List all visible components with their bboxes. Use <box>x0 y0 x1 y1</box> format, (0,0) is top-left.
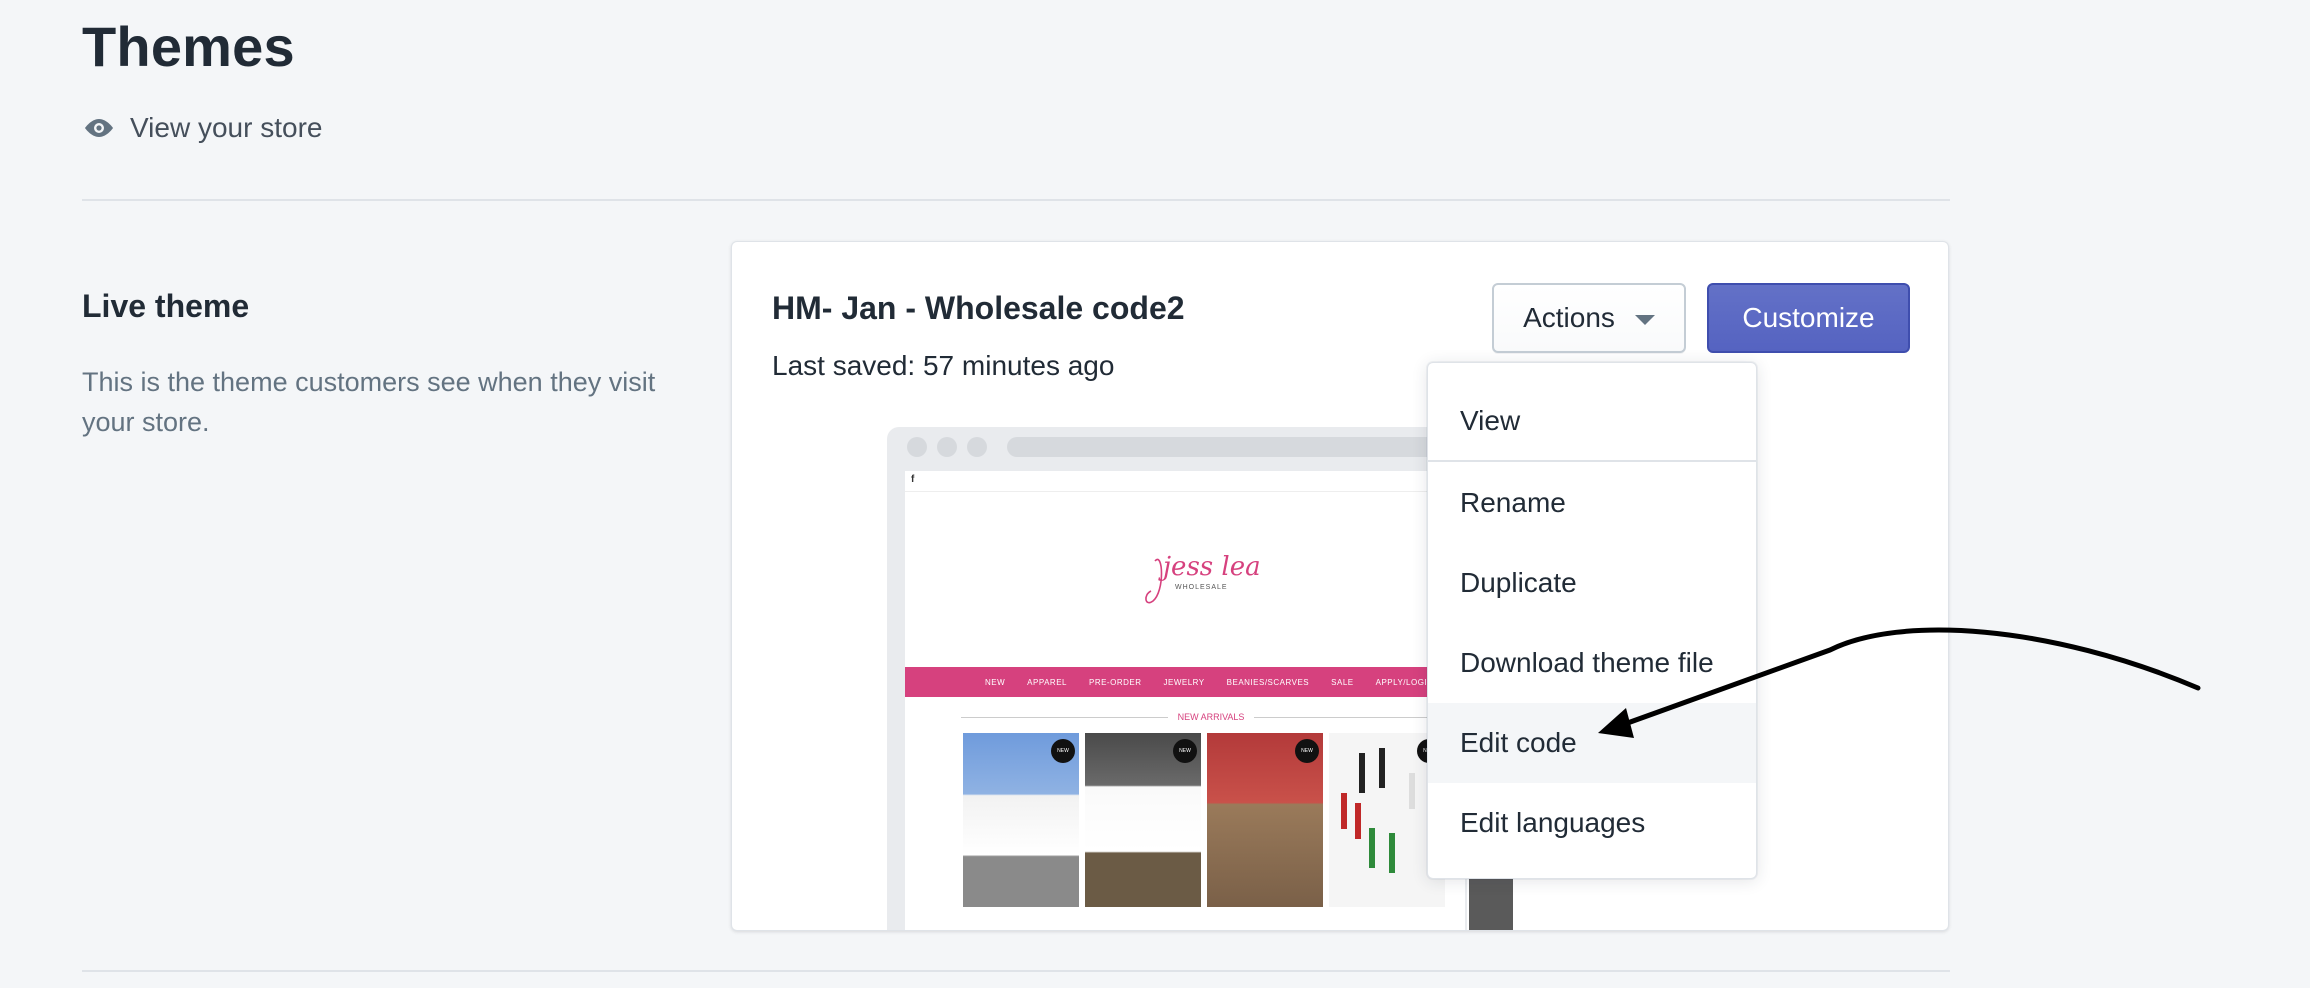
view-store-link[interactable]: View your store <box>82 112 322 144</box>
new-arrivals-heading: NEW ARRIVALS <box>961 709 1462 725</box>
menu-item-download-theme-file[interactable]: Download theme file <box>1428 623 1756 703</box>
browser-url-bar <box>1007 437 1447 457</box>
menu-item-view[interactable]: View <box>1428 381 1756 461</box>
menu-item-duplicate[interactable]: Duplicate <box>1428 543 1756 623</box>
browser-bar <box>887 427 1467 467</box>
logo-text: jess lea <box>1158 552 1261 582</box>
nav-item: JEWELRY <box>1163 677 1205 687</box>
view-store-label: View your store <box>130 112 323 143</box>
divider <box>961 716 1168 718</box>
product-image: NEW <box>1207 733 1323 907</box>
menu-item-edit-code[interactable]: Edit code <box>1428 703 1756 783</box>
last-saved: Last saved: 57 minutes ago <box>772 350 1115 381</box>
product-image: NEW <box>963 733 1079 907</box>
nav-item: PRE-ORDER <box>1088 677 1142 687</box>
actions-dropdown: View Rename Duplicate Download theme fil… <box>1427 362 1757 879</box>
menu-item-edit-languages[interactable]: Edit languages <box>1428 783 1756 863</box>
theme-preview: f ⌕ jess lea WHOLESALE NEW APPAREL PRE-O… <box>887 427 1467 930</box>
store-logo: jess lea WHOLESALE <box>1145 552 1261 604</box>
preview-page: f ⌕ jess lea WHOLESALE NEW APPAREL PRE-O… <box>905 471 1467 930</box>
nav-item: APPAREL <box>1027 677 1067 687</box>
divider <box>82 199 1950 201</box>
customize-button[interactable]: Customize <box>1707 283 1910 353</box>
live-theme-card: HM- Jan - Wholesale code2 Last saved: 57… <box>731 241 1949 931</box>
product-image: NEW <box>1085 733 1201 907</box>
menu-separator <box>1428 460 1756 462</box>
page-title: Themes <box>82 15 295 78</box>
browser-dot <box>937 437 957 457</box>
new-badge: NEW <box>1173 739 1197 763</box>
caret-down-icon <box>1634 315 1655 325</box>
facebook-icon: f <box>911 474 915 485</box>
eye-icon <box>85 119 113 137</box>
section-title: Live theme <box>82 288 250 324</box>
preview-nav: NEW APPAREL PRE-ORDER JEWELRY BEANIES/SC… <box>905 667 1467 697</box>
new-badge: NEW <box>1051 739 1075 763</box>
browser-dot <box>907 437 927 457</box>
new-badge: NEW <box>1295 739 1319 763</box>
preview-topbar: f ⌕ <box>905 471 1465 492</box>
nav-item: NEW <box>985 677 1006 687</box>
menu-item-rename[interactable]: Rename <box>1428 463 1756 543</box>
nav-item: SALE <box>1331 677 1354 687</box>
section-heading: NEW ARRIVALS <box>1177 712 1245 722</box>
section-description: This is the theme customers see when the… <box>82 367 656 437</box>
actions-label: Actions <box>1523 302 1615 333</box>
actions-button[interactable]: Actions <box>1492 283 1686 353</box>
browser-dot <box>967 437 987 457</box>
logo-subtext: WHOLESALE <box>1175 584 1228 591</box>
nav-item: BEANIES/SCARVES <box>1226 677 1310 687</box>
divider <box>82 970 1950 972</box>
theme-name: HM- Jan - Wholesale code2 <box>772 290 1185 326</box>
